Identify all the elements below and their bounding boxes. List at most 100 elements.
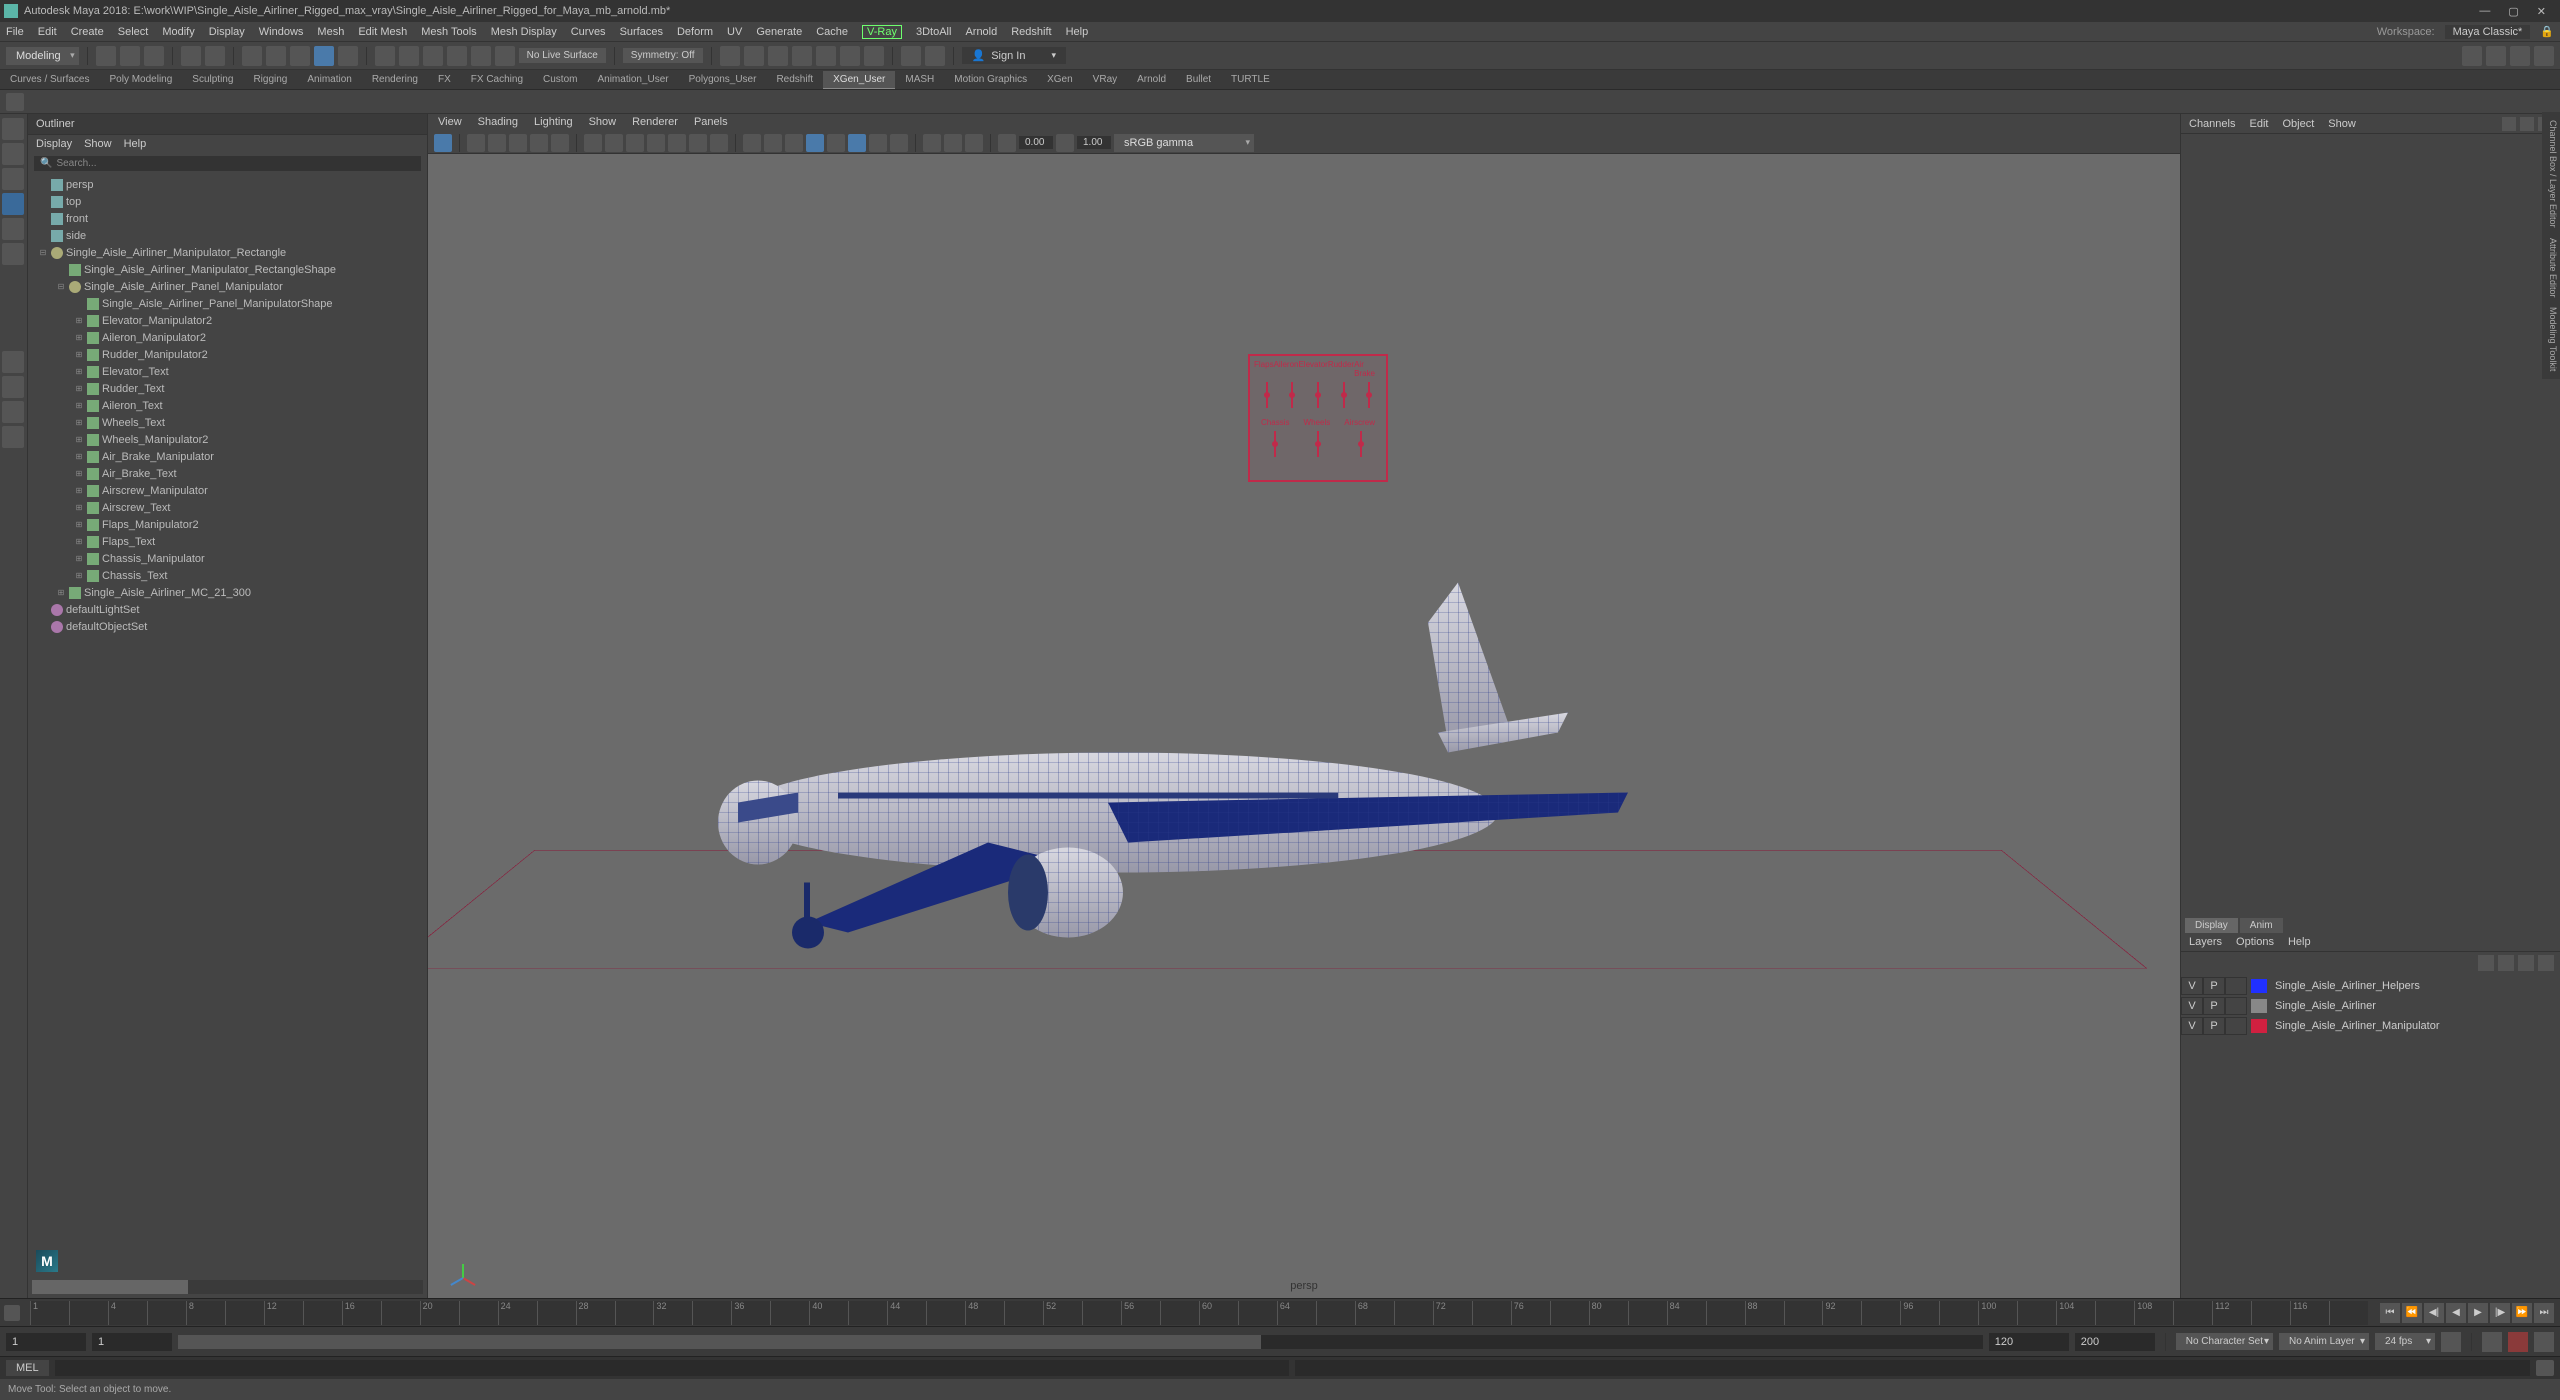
- menu-curves[interactable]: Curves: [571, 26, 606, 38]
- gamma-field[interactable]: 1.00: [1077, 136, 1111, 149]
- outliner-node[interactable]: ⊞Airscrew_Text: [32, 499, 423, 516]
- menu-mesh-tools[interactable]: Mesh Tools: [421, 26, 476, 38]
- shelf-tab-arnold[interactable]: Arnold: [1127, 71, 1176, 88]
- shelf-tab-fx[interactable]: FX: [428, 71, 461, 88]
- shelf-tab-fx-caching[interactable]: FX Caching: [461, 71, 533, 88]
- outliner-node[interactable]: ⊞Chassis_Text: [32, 567, 423, 584]
- outliner-node[interactable]: ⊞Air_Brake_Text: [32, 465, 423, 482]
- step-back-key-button[interactable]: ⏪: [2402, 1303, 2422, 1323]
- bookmark-icon[interactable]: [488, 134, 506, 152]
- character-set-dropdown[interactable]: No Character Set: [2176, 1333, 2273, 1350]
- shelf-tab-animation-user[interactable]: Animation_User: [587, 71, 678, 88]
- outliner-node[interactable]: persp: [32, 176, 423, 193]
- menu-redshift[interactable]: Redshift: [1011, 26, 1051, 38]
- outliner-node[interactable]: front: [32, 210, 423, 227]
- move-layer-down-icon[interactable]: [2498, 955, 2514, 971]
- menu-vray[interactable]: V-Ray: [862, 25, 902, 39]
- new-layer-icon[interactable]: [2518, 955, 2534, 971]
- outliner-node[interactable]: defaultObjectSet: [32, 618, 423, 635]
- exposure-field[interactable]: 0.00: [1019, 136, 1053, 149]
- paint-select-tool-icon[interactable]: [2, 168, 24, 190]
- safe-action-icon[interactable]: [689, 134, 707, 152]
- multisample-icon[interactable]: [890, 134, 908, 152]
- viewport-menu-renderer[interactable]: Renderer: [632, 116, 678, 130]
- range-end-field[interactable]: 200: [2075, 1333, 2155, 1351]
- layer-row[interactable]: VPSingle_Aisle_Airliner_Helpers: [2181, 976, 2560, 996]
- lasso-tool-icon[interactable]: [2, 143, 24, 165]
- viewport-menu-lighting[interactable]: Lighting: [534, 116, 573, 130]
- shelf-tab-animation[interactable]: Animation: [297, 71, 361, 88]
- workspace-mode-dropdown[interactable]: Modeling: [6, 47, 79, 65]
- menu-generate[interactable]: Generate: [756, 26, 802, 38]
- side-tab[interactable]: Channel Box / Layer Editor: [2544, 120, 2558, 228]
- layout-four-icon[interactable]: [2, 376, 24, 398]
- select-object-icon[interactable]: [314, 46, 334, 66]
- select-tool-icon[interactable]: [2, 118, 24, 140]
- image-plane-icon[interactable]: [509, 134, 527, 152]
- layout-two-icon[interactable]: [2, 401, 24, 423]
- scale-tool-icon[interactable]: [2, 243, 24, 265]
- sign-in-button[interactable]: 👤 Sign In ▾: [962, 47, 1066, 64]
- resolution-gate-icon[interactable]: [626, 134, 644, 152]
- shelf-item-icon[interactable]: [6, 93, 24, 111]
- channel-icon-2[interactable]: [2520, 117, 2534, 131]
- select-vertex-icon[interactable]: [242, 46, 262, 66]
- gate-mask-icon[interactable]: [647, 134, 665, 152]
- script-language-button[interactable]: MEL: [6, 1360, 49, 1376]
- construction-history-icon[interactable]: [720, 46, 740, 66]
- toggle-shelf-icon[interactable]: [2534, 46, 2554, 66]
- 2d-pan-icon[interactable]: [530, 134, 548, 152]
- set-key-icon[interactable]: [2508, 1332, 2528, 1352]
- outliner-node[interactable]: defaultLightSet: [32, 601, 423, 618]
- loop-icon[interactable]: [2441, 1332, 2461, 1352]
- outliner-node[interactable]: ⊞Single_Aisle_Airliner_MC_21_300: [32, 584, 423, 601]
- shelf-tab-rendering[interactable]: Rendering: [362, 71, 428, 88]
- outliner-node[interactable]: ⊞Elevator_Manipulator2: [32, 312, 423, 329]
- outliner-node[interactable]: ⊞Elevator_Text: [32, 363, 423, 380]
- menu-select[interactable]: Select: [118, 26, 149, 38]
- smooth-shade-icon[interactable]: [764, 134, 782, 152]
- playback-start-field[interactable]: 1: [92, 1333, 172, 1351]
- toggle-panel-icon[interactable]: [925, 46, 945, 66]
- menu-file[interactable]: File: [6, 26, 24, 38]
- workspace-dropdown[interactable]: Maya Classic*: [2445, 25, 2531, 39]
- shadows-icon[interactable]: [827, 134, 845, 152]
- viewport-menu-shading[interactable]: Shading: [478, 116, 518, 130]
- shelf-tab-mash[interactable]: MASH: [895, 71, 944, 88]
- redo-icon[interactable]: [205, 46, 225, 66]
- select-face-icon[interactable]: [290, 46, 310, 66]
- render-view-icon[interactable]: [744, 46, 764, 66]
- viewport-menu-show[interactable]: Show: [589, 116, 617, 130]
- hypershade-icon[interactable]: [840, 46, 860, 66]
- move-layer-up-icon[interactable]: [2478, 955, 2494, 971]
- play-back-button[interactable]: ◀: [2446, 1303, 2466, 1323]
- film-gate-icon[interactable]: [605, 134, 623, 152]
- outliner-node[interactable]: ⊟Single_Aisle_Airliner_Manipulator_Recta…: [32, 244, 423, 261]
- snap-grid-icon[interactable]: [375, 46, 395, 66]
- menu-help[interactable]: Help: [1066, 26, 1089, 38]
- outliner-node[interactable]: ⊞Flaps_Manipulator2: [32, 516, 423, 533]
- menu-windows[interactable]: Windows: [259, 26, 304, 38]
- textured-icon[interactable]: [785, 134, 803, 152]
- menu-display[interactable]: Display: [209, 26, 245, 38]
- shelf-tab-rigging[interactable]: Rigging: [243, 71, 297, 88]
- grid-icon[interactable]: [584, 134, 602, 152]
- close-button[interactable]: ✕: [2537, 5, 2546, 18]
- display-tab[interactable]: Display: [2185, 918, 2238, 933]
- outliner-menu-display[interactable]: Display: [36, 138, 72, 150]
- isolate-select-icon[interactable]: [923, 134, 941, 152]
- layer-row[interactable]: VPSingle_Aisle_Airliner_Manipulator: [2181, 1016, 2560, 1036]
- viewport-menu-view[interactable]: View: [438, 116, 462, 130]
- select-uv-icon[interactable]: [338, 46, 358, 66]
- menu-create[interactable]: Create: [71, 26, 104, 38]
- layout-custom-icon[interactable]: [2, 426, 24, 448]
- go-start-button[interactable]: ⏮: [2380, 1303, 2400, 1323]
- outliner-node[interactable]: ⊟Single_Aisle_Airliner_Panel_Manipulator: [32, 278, 423, 295]
- menu-edit-mesh[interactable]: Edit Mesh: [358, 26, 407, 38]
- time-ruler[interactable]: 1481216202428323640444852566064687276808…: [30, 1301, 2368, 1325]
- command-input[interactable]: [55, 1360, 1290, 1376]
- shelf-tab-motion-graphics[interactable]: Motion Graphics: [944, 71, 1037, 88]
- outliner-scrollbar[interactable]: [32, 1280, 423, 1294]
- snap-live-icon[interactable]: [471, 46, 491, 66]
- minimize-button[interactable]: —: [2479, 5, 2490, 18]
